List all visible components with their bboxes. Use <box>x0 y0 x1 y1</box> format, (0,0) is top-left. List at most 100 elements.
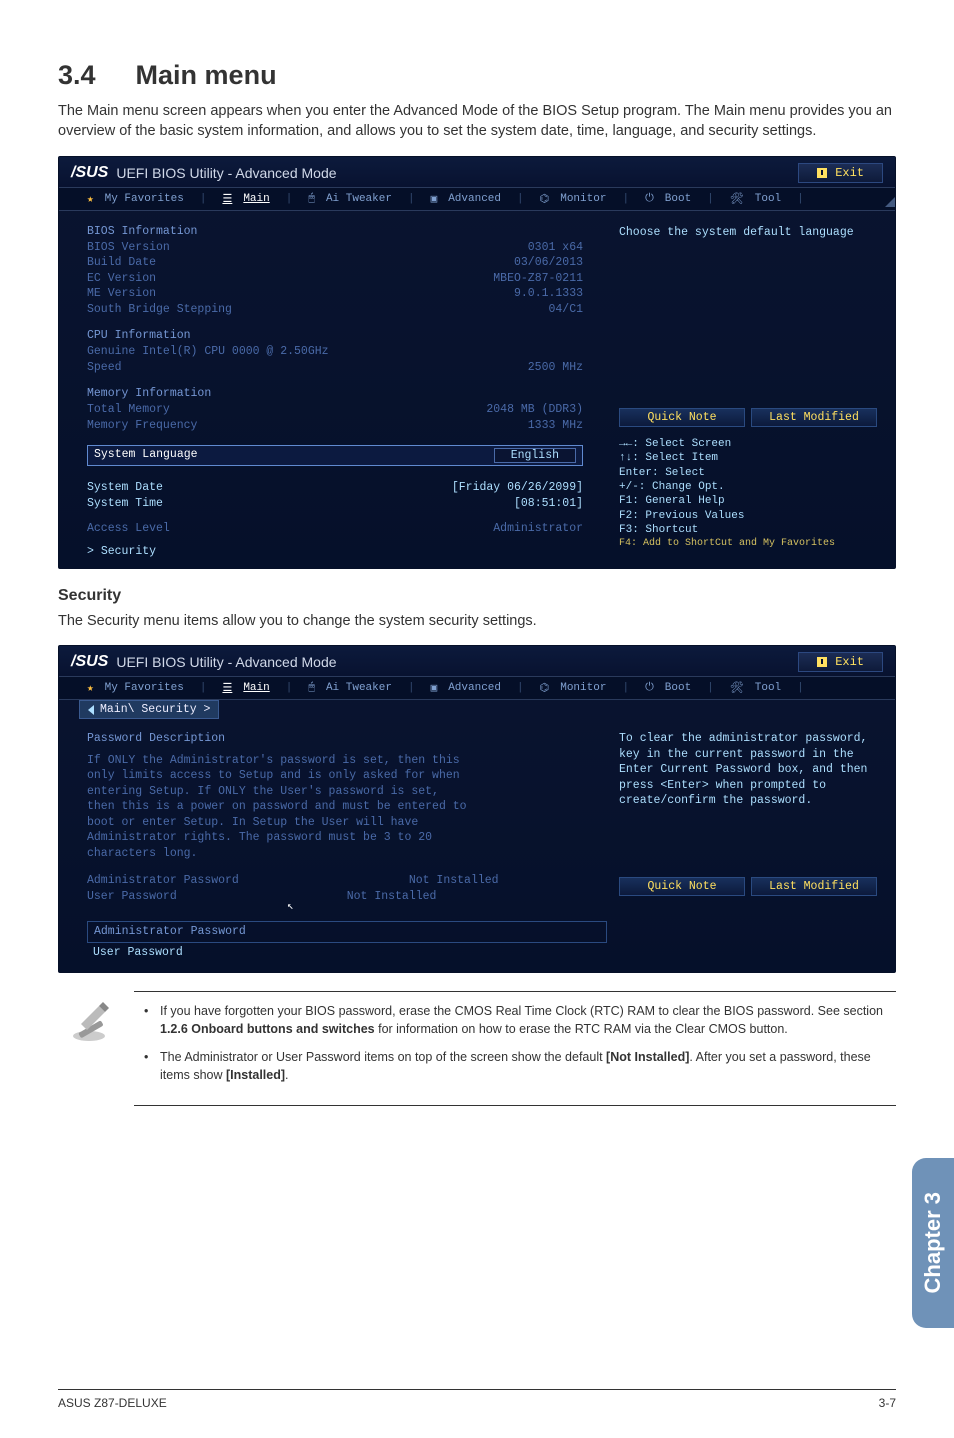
memory-information-heading: Memory Information <box>87 387 607 400</box>
monitor-icon: ⌬ <box>536 681 554 695</box>
note-icon <box>58 991 120 1049</box>
last-modified-button[interactable]: Last Modified <box>751 877 877 896</box>
corner-handle <box>885 197 895 207</box>
power-icon <box>817 657 827 667</box>
password-description-body: If ONLY the Administrator's password is … <box>87 753 467 862</box>
list-icon: ☰ <box>218 192 236 206</box>
memory-freq-label: Memory Frequency <box>87 418 197 434</box>
total-memory-value: 2048 MB (DDR3) <box>486 402 583 418</box>
section-title: Main menu <box>136 60 277 91</box>
exit-button[interactable]: Exit <box>798 652 883 672</box>
build-date-label: Build Date <box>87 255 156 271</box>
footer-page-number: 3-7 <box>879 1396 896 1410</box>
last-modified-button[interactable]: Last Modified <box>751 408 877 427</box>
mouse-icon: 🖱 <box>304 682 319 694</box>
cursor-icon: ↖ <box>287 900 607 915</box>
user-password-value: Not Installed <box>347 889 437 905</box>
bios-version-label: BIOS Version <box>87 240 170 256</box>
menu-tool[interactable]: 🛠 Tool <box>722 681 789 695</box>
menu-main[interactable]: ☰ Main <box>214 681 277 695</box>
chapter-tab: Chapter 3 <box>912 1158 954 1328</box>
menu-advanced[interactable]: ▣ Advanced <box>423 681 509 695</box>
bios-title: UEFI BIOS Utility - Advanced Mode <box>116 654 336 670</box>
admin-password-action[interactable]: Administrator Password <box>87 921 607 943</box>
note-item-2: The Administrator or User Password items… <box>134 1048 896 1084</box>
cpu-information-heading: CPU Information <box>87 329 607 342</box>
access-level-label: Access Level <box>87 521 170 537</box>
ec-version-value: MBEO-Z87-0211 <box>493 271 583 287</box>
security-submenu[interactable]: Security <box>87 545 607 558</box>
security-help-text: To clear the administrator password, key… <box>619 731 877 809</box>
asus-logo: /SUS <box>71 653 108 671</box>
menu-boot[interactable]: ⏻ Boot <box>637 192 699 206</box>
boot-icon: ⏻ <box>641 193 658 205</box>
menu-main[interactable]: ☰ Main <box>214 192 277 206</box>
list-icon: ☰ <box>218 681 236 695</box>
menu-my-favorites[interactable]: ★My Favorites <box>79 681 192 695</box>
exit-button[interactable]: Exit <box>798 163 883 183</box>
footer-product: ASUS Z87-DELUXE <box>58 1396 167 1410</box>
admin-password-label: Administrator Password <box>87 873 239 889</box>
south-bridge-value: 04/C1 <box>548 302 583 318</box>
back-arrow-icon <box>88 705 94 715</box>
system-language-label: System Language <box>94 448 198 463</box>
tool-icon: 🛠 <box>726 192 748 206</box>
menu-tool[interactable]: 🛠 Tool <box>722 192 789 206</box>
menu-ai-tweaker[interactable]: 🖱 Ai Tweaker <box>300 192 400 206</box>
menu-my-favorites[interactable]: ★My Favorites <box>79 192 192 206</box>
system-date-value[interactable]: [Friday 06/26/2099] <box>452 480 583 496</box>
total-memory-label: Total Memory <box>87 402 170 418</box>
system-language-row[interactable]: System Language English <box>87 445 583 466</box>
security-heading: Security <box>58 587 896 605</box>
user-password-label: User Password <box>87 889 177 905</box>
menu-ai-tweaker[interactable]: 🖱 Ai Tweaker <box>300 681 400 695</box>
menu-boot[interactable]: ⏻ Boot <box>637 681 699 695</box>
south-bridge-label: South Bridge Stepping <box>87 302 232 318</box>
breadcrumb[interactable]: Main\ Security > <box>79 700 219 719</box>
boot-icon: ⏻ <box>641 682 658 694</box>
bios-security-screenshot: /SUS UEFI BIOS Utility - Advanced Mode E… <box>58 645 896 973</box>
page-footer: ASUS Z87-DELUXE 3-7 <box>58 1389 896 1410</box>
section-number: 3.4 <box>58 60 96 91</box>
note-item-1: If you have forgotten your BIOS password… <box>134 1002 896 1038</box>
menu-monitor[interactable]: ⌬ Monitor <box>532 192 615 206</box>
password-description-heading: Password Description <box>87 731 607 747</box>
mouse-icon: 🖱 <box>304 193 319 205</box>
help-text: Choose the system default language <box>619 225 877 241</box>
user-password-action[interactable]: User Password <box>87 943 607 963</box>
system-language-value[interactable]: English <box>494 448 576 463</box>
bios-menu-bar: ★My Favorites| ☰ Main| 🖱 Ai Tweaker| ▣ A… <box>59 676 895 700</box>
power-icon <box>817 168 827 178</box>
section-heading: 3.4 Main menu <box>58 60 896 91</box>
system-date-label: System Date <box>87 480 163 496</box>
cpu-speed-value: 2500 MHz <box>528 360 583 376</box>
tool-icon: 🛠 <box>726 681 748 695</box>
intro-paragraph: The Main menu screen appears when you en… <box>58 101 896 142</box>
bios-information-heading: BIOS Information <box>87 225 607 238</box>
menu-advanced[interactable]: ▣ Advanced <box>423 192 509 206</box>
me-version-value: 9.0.1.1333 <box>514 286 583 302</box>
quick-note-button[interactable]: Quick Note <box>619 408 745 427</box>
chip-icon: ▣ <box>427 681 442 695</box>
system-time-label: System Time <box>87 496 163 512</box>
asus-logo: /SUS <box>71 164 108 182</box>
note-block: If you have forgotten your BIOS password… <box>58 991 896 1106</box>
quick-note-button[interactable]: Quick Note <box>619 877 745 896</box>
me-version-label: ME Version <box>87 286 156 302</box>
access-level-value: Administrator <box>493 521 583 537</box>
admin-password-value: Not Installed <box>409 873 499 889</box>
menu-monitor[interactable]: ⌬ Monitor <box>532 681 615 695</box>
bios-title: UEFI BIOS Utility - Advanced Mode <box>116 165 336 181</box>
memory-freq-value: 1333 MHz <box>528 418 583 434</box>
bios-main-screenshot: /SUS UEFI BIOS Utility - Advanced Mode E… <box>58 156 896 569</box>
security-intro: The Security menu items allow you to cha… <box>58 611 896 631</box>
key-help: →←: Select Screen ↑↓: Select Item Enter:… <box>619 437 877 550</box>
star-icon: ★ <box>83 681 98 695</box>
system-time-value[interactable]: [08:51:01] <box>514 496 583 512</box>
star-icon: ★ <box>83 192 98 206</box>
build-date-value: 03/06/2013 <box>514 255 583 271</box>
bios-menu-bar: ★My Favorites| ☰ Main| 🖱 Ai Tweaker| ▣ A… <box>59 187 895 211</box>
ec-version-label: EC Version <box>87 271 156 287</box>
cpu-speed-label: Speed <box>87 360 122 376</box>
monitor-icon: ⌬ <box>536 192 554 206</box>
